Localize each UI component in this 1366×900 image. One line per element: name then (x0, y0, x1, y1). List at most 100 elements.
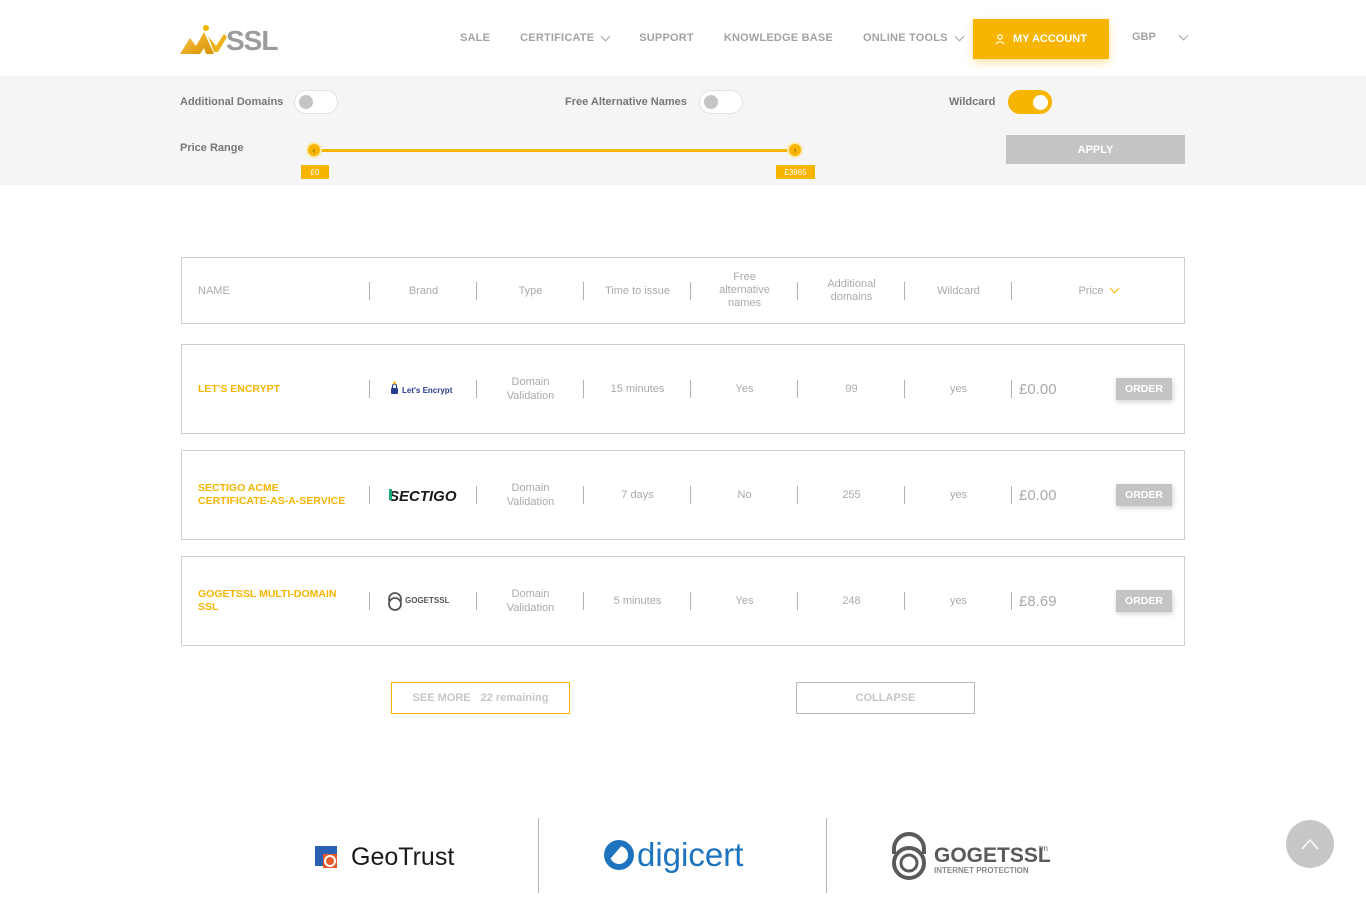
brand-divider (538, 818, 539, 893)
brand-logo-letsencrypt: Let's Encrypt (370, 345, 477, 433)
gogetssl-tm-text: tm (1039, 844, 1048, 853)
logo-text: SSL (226, 25, 278, 56)
digicert-brand-text: digicert (637, 836, 743, 873)
chevron-left-icon: ‹ (312, 145, 316, 155)
time-to-issue: 15 minutes (610, 383, 665, 395)
additional-domains-label: Additional Domains (180, 96, 284, 108)
see-more-label: SEE MORE (412, 692, 471, 704)
free-alt-names-toggle[interactable] (699, 90, 743, 114)
additional-domains: 248 (842, 595, 861, 607)
logo-mark-icon (180, 25, 227, 54)
order-button[interactable]: ORDER (1116, 590, 1172, 612)
table-row: SECTIGO ACME CERTIFICATE-AS-A-SERVICE SE… (181, 450, 1185, 540)
gogetssl-footer-brand-text: GOGETSSL (934, 844, 1051, 867)
cert-type: Domain Validation (506, 588, 555, 614)
see-more-remaining: 22 remaining (480, 692, 549, 704)
table-row: LET'S ENCRYPT Let's Encrypt Domain Valid… (181, 344, 1185, 434)
currency-select[interactable]: GBP (1132, 30, 1189, 43)
my-account-button[interactable]: MY ACCOUNT (973, 19, 1109, 59)
main-nav: SALE CERTIFICATE SUPPORT KNOWLEDGE BASE … (460, 30, 993, 46)
wildcard-toggle[interactable] (1008, 90, 1052, 114)
gogetssl-brand-text: GOGETSSL (405, 596, 450, 605)
brand-logo-gogetssl: GOGETSSL (370, 557, 477, 645)
column-name: NAME (198, 284, 230, 297)
toggle-knob (1033, 94, 1048, 110)
site-header: SSL SALE CERTIFICATE SUPPORT KNOWLEDGE B… (0, 0, 1366, 76)
column-divider (1011, 486, 1012, 504)
nav-knowledge-base[interactable]: KNOWLEDGE BASE (724, 30, 833, 46)
price-value: £0.00 (1019, 380, 1057, 398)
product-name-link[interactable]: LET'S ENCRYPT (182, 345, 370, 433)
toggle-knob (299, 95, 313, 109)
geotrust-brand-text: GeoTrust (351, 843, 454, 871)
price-range-max-handle[interactable]: › (787, 142, 803, 158)
collapse-button[interactable]: COLLAPSE (796, 682, 975, 714)
cert-type: Domain Validation (506, 482, 555, 508)
currency-value: GBP (1132, 31, 1156, 43)
column-price-sort[interactable]: Price (1012, 258, 1184, 323)
table-row: GOGETSSL MULTI-DOMAIN SSL GOGETSSL Domai… (181, 556, 1185, 646)
wildcard-label: Wildcard (949, 96, 996, 108)
price-range-min-handle[interactable]: ‹ (306, 142, 322, 158)
nav-online-tools-label: ONLINE TOOLS (862, 32, 948, 44)
nav-sale[interactable]: SALE (460, 30, 490, 46)
free-alt-names-label: Free Alternative Names (565, 96, 687, 108)
toggle-knob (704, 95, 718, 109)
order-button[interactable]: ORDER (1116, 484, 1172, 506)
chevron-down-icon (600, 31, 611, 41)
additional-domains: 99 (845, 383, 858, 395)
wildcard-support: yes (949, 595, 968, 607)
user-icon (995, 33, 1005, 45)
free-alt-names: Yes (735, 595, 754, 607)
wildcard-support: yes (949, 383, 968, 395)
column-brand: Brand (408, 284, 439, 297)
product-name-link[interactable]: GOGETSSL MULTI-DOMAIN SSL (182, 557, 370, 645)
my-account-label: MY ACCOUNT (1013, 33, 1087, 45)
digicert-logo-icon: digicert (604, 836, 743, 873)
price-range-label: Price Range (180, 142, 244, 154)
brand-divider (826, 818, 827, 893)
nav-online-tools[interactable]: ONLINE TOOLS (862, 30, 965, 46)
additional-domains-toggle[interactable] (294, 90, 338, 114)
column-divider (1011, 380, 1012, 398)
scroll-to-top-button[interactable] (1286, 820, 1334, 868)
digicert-logo[interactable]: digicert (603, 836, 768, 881)
product-name-link[interactable]: SECTIGO ACME CERTIFICATE-AS-A-SERVICE (182, 451, 370, 539)
column-domains: Additional domains (827, 277, 876, 303)
nav-support[interactable]: SUPPORT (639, 30, 694, 46)
table-header: NAME Brand Type Time to issue Free alter… (181, 257, 1185, 324)
free-alt-names: Yes (735, 383, 754, 395)
site-logo[interactable]: SSL (180, 22, 278, 56)
sectigo-logo-icon: SECTIGO (388, 488, 456, 504)
chevron-down-icon (954, 31, 965, 41)
chevron-right-icon: › (793, 145, 797, 155)
nav-support-label: SUPPORT (639, 32, 694, 44)
brand-logos-strip: GeoTrust digicert GOGETSSL tm INTERNET P… (0, 818, 1366, 900)
order-button[interactable]: ORDER (1116, 378, 1172, 400)
see-more-button[interactable]: SEE MORE 22 remaining (391, 682, 570, 714)
gogetssl-logo-icon: GOGETSSL (387, 592, 450, 611)
letsencrypt-brand-text: Let's Encrypt (402, 386, 453, 395)
gogetssl-tagline: INTERNET PROTECTION (934, 866, 1029, 875)
nav-certificate-label: CERTIFICATE (520, 32, 595, 44)
geotrust-logo[interactable]: GeoTrust (314, 840, 479, 877)
column-wildcard: Wildcard (937, 284, 980, 297)
time-to-issue: 7 days (621, 489, 654, 501)
column-time: Time to issue (604, 284, 670, 297)
column-free-alt: Free alternative names (719, 271, 770, 309)
column-type: Type (518, 284, 543, 297)
gogetssl-footer-logo[interactable]: GOGETSSL tm INTERNET PROTECTION (890, 831, 1055, 888)
nav-sale-label: SALE (460, 32, 491, 44)
additional-domains: 255 (842, 489, 861, 501)
nav-certificate[interactable]: CERTIFICATE (520, 30, 611, 46)
time-to-issue: 5 minutes (613, 595, 662, 607)
wildcard-support: yes (949, 489, 968, 501)
free-alt-names: No (737, 489, 752, 501)
column-price-label: Price (1078, 284, 1104, 297)
chevron-down-icon (1178, 30, 1189, 40)
chevron-down-icon (1109, 283, 1119, 294)
price-range-track[interactable] (315, 149, 796, 152)
nav-knowledge-base-label: KNOWLEDGE BASE (723, 32, 833, 44)
apply-button[interactable]: APPLY (1006, 135, 1185, 164)
gogetssl-footer-logo-icon: GOGETSSL tm INTERNET PROTECTION (892, 832, 1051, 880)
